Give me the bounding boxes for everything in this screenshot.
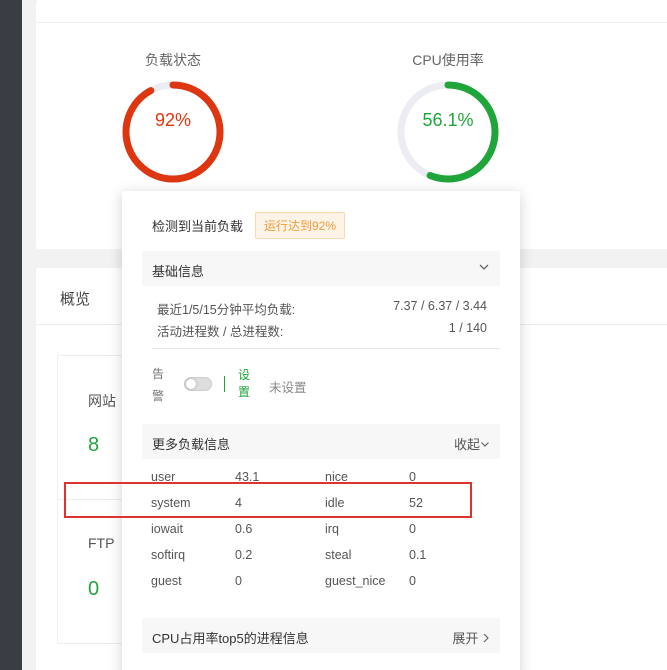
basic-info-header[interactable]: 基础信息: [142, 251, 500, 286]
cpu-gauge-ring: [397, 81, 499, 183]
alarm-label: 告警: [152, 367, 165, 403]
left-sidebar-edge: [0, 0, 22, 670]
avg-load-value: 7.37 / 6.37 / 3.44: [393, 299, 487, 313]
expand-toggle[interactable]: 展开: [452, 628, 490, 647]
metric-name: guest: [151, 574, 182, 588]
load-detail-popup: 检测到当前负载 运行达到92% 基础信息 最近1/5/15分钟平均负载: 7.3…: [122, 191, 520, 670]
metric-name: steal: [325, 548, 352, 562]
tile-label: 网站: [88, 393, 116, 409]
expand-label: 展开: [452, 631, 479, 646]
load-status-badge: 运行达到92%: [255, 212, 346, 239]
alarm-toggle[interactable]: [184, 377, 212, 391]
metric-value: 0: [409, 574, 416, 588]
tile-value[interactable]: 0: [88, 578, 99, 601]
metric-name: softirq: [151, 548, 186, 562]
process-count-label: 活动进程数 / 总进程数:: [157, 325, 284, 339]
cpu-gauge: CPU使用率 56.1%: [388, 50, 508, 186]
collapse-toggle[interactable]: 收起: [454, 434, 490, 453]
metric-value: 0: [235, 574, 242, 588]
card-divider: [36, 22, 667, 23]
alarm-status: 未设置: [269, 381, 307, 395]
process-count-value: 1 / 140: [448, 321, 487, 335]
top5-process-header[interactable]: CPU占用率top5的进程信息 展开: [142, 618, 500, 653]
chevron-down-icon: [481, 442, 489, 447]
section-divider: [152, 348, 500, 349]
highlight-annotation-box: [64, 482, 472, 518]
metric-value: 0.6: [235, 522, 253, 536]
avg-load-label: 最近1/5/15分钟平均负载:: [157, 303, 296, 317]
toggle-knob: [186, 379, 196, 389]
load-gauge-title: 负载状态: [145, 52, 201, 68]
metric-value: 0.2: [235, 548, 253, 562]
metric-name: irq: [325, 522, 339, 536]
alarm-settings-link[interactable]: 设置: [238, 367, 251, 401]
alarm-separator: [224, 376, 225, 392]
load-gauge-ring: [122, 81, 224, 183]
metric-value: 0: [409, 522, 416, 536]
chevron-down-icon[interactable]: [478, 261, 490, 276]
more-load-info-header[interactable]: 更多负载信息 收起: [142, 424, 500, 459]
load-gauge: 负载状态 92%: [113, 50, 233, 186]
metric-name: guest_nice: [325, 574, 386, 588]
more-load-info-title: 更多负载信息: [152, 437, 231, 452]
metric-name: iowait: [151, 522, 183, 536]
tile-label: FTP: [88, 535, 115, 551]
load-gauge-value: 92%: [154, 110, 192, 130]
chevron-right-icon: [483, 633, 489, 643]
cpu-gauge-title: CPU使用率: [412, 52, 484, 68]
metric-value: 0.1: [409, 548, 427, 562]
popup-heading: 检测到当前负载: [152, 219, 244, 234]
top5-process-title: CPU占用率top5的进程信息: [152, 631, 309, 646]
tile-value[interactable]: 8: [88, 434, 99, 457]
overview-title: 概览: [60, 291, 91, 308]
cpu-gauge-value: 56.1%: [422, 110, 474, 130]
basic-info-title: 基础信息: [152, 264, 205, 279]
collapse-label: 收起: [453, 437, 480, 452]
